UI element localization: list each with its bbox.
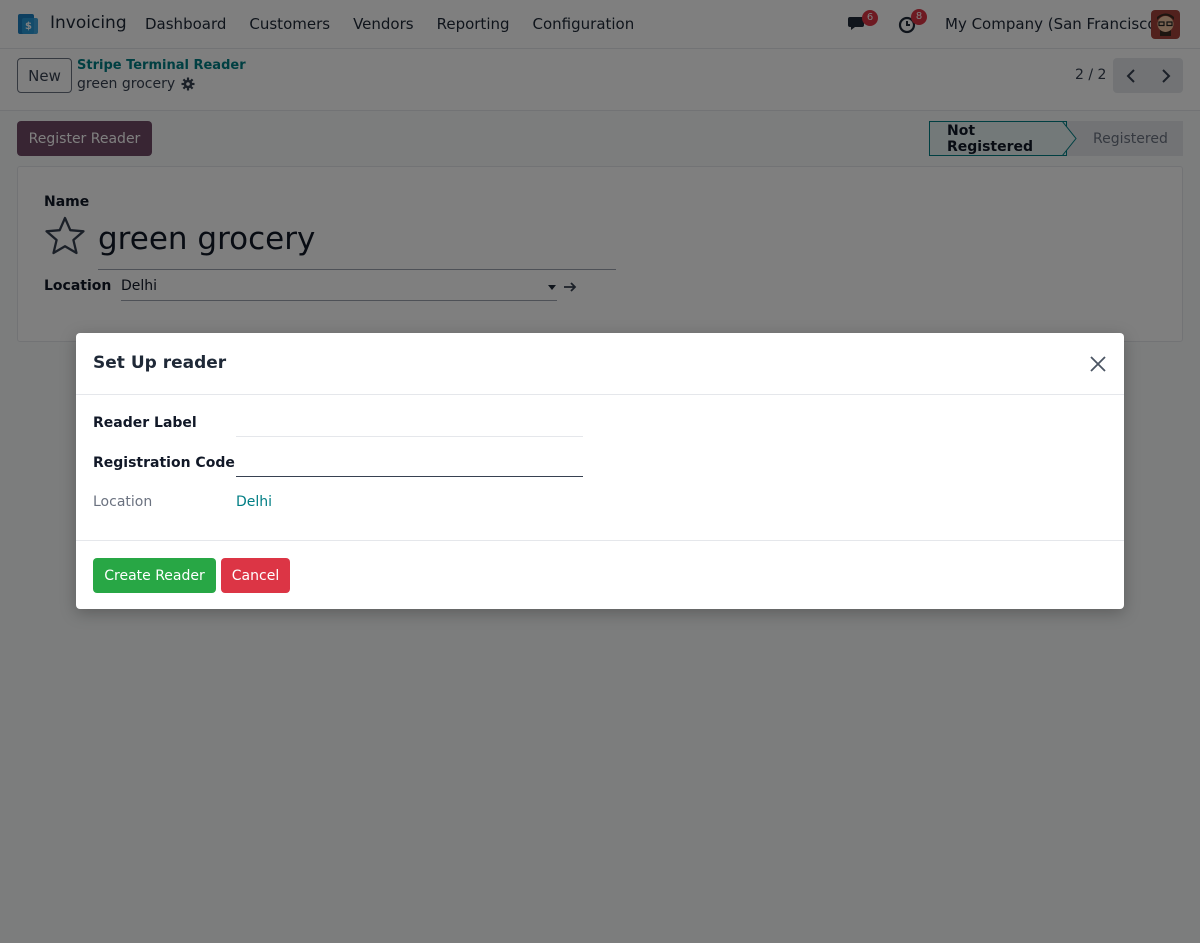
- create-reader-button[interactable]: Create Reader: [93, 558, 216, 593]
- modal-location-label: Location: [93, 494, 153, 510]
- registration-code-label: Registration Code: [93, 455, 235, 471]
- modal-footer: Create Reader Cancel: [76, 540, 1124, 609]
- close-icon[interactable]: [1089, 355, 1107, 373]
- modal-title: Set Up reader: [93, 353, 227, 373]
- reader-label-label: Reader Label: [93, 415, 197, 431]
- modal-location-link[interactable]: Delhi: [236, 494, 272, 510]
- modal-header: Set Up reader: [76, 333, 1124, 395]
- registration-code-input[interactable]: [236, 457, 583, 477]
- cancel-button[interactable]: Cancel: [221, 558, 290, 593]
- reader-label-input[interactable]: [236, 417, 583, 437]
- setup-reader-dialog: Set Up reader Reader Label Registration …: [76, 333, 1124, 609]
